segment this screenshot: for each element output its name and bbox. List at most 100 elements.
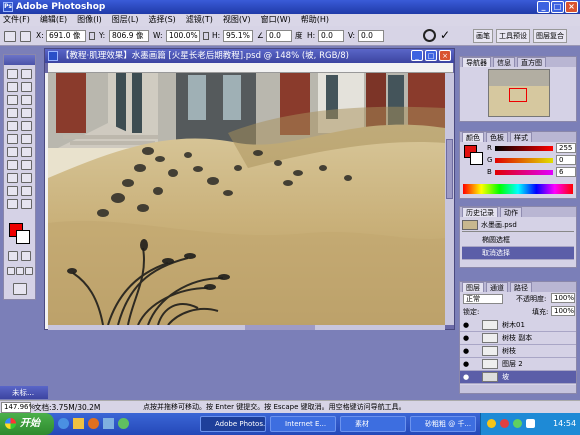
desktop-icon[interactable] (103, 418, 114, 429)
hand-tool-icon[interactable] (7, 199, 18, 209)
screen-mode-full-menu-icon[interactable] (16, 267, 24, 275)
layer-row[interactable]: ● 树枝 副本 (460, 332, 576, 345)
layer-row[interactable]: ● 树枝 (460, 345, 576, 358)
start-button[interactable]: 开始 (0, 413, 54, 435)
commit-transform-icon[interactable]: ✓ (440, 27, 450, 43)
tray-icon[interactable] (500, 419, 509, 428)
history-brush-tool-icon[interactable] (21, 121, 32, 131)
magic-wand-tool-icon[interactable] (21, 82, 32, 92)
tray-icon[interactable] (487, 419, 496, 428)
menu-image[interactable]: 图像(I) (77, 14, 102, 26)
eye-icon[interactable]: ● (460, 321, 472, 329)
pen-tool-icon[interactable] (7, 173, 18, 183)
b-slider[interactable] (495, 170, 553, 175)
history-item-selected[interactable]: 取消选择 (462, 247, 574, 260)
history-item[interactable]: 椭圆选框 (462, 234, 574, 247)
vertical-scrollbar[interactable] (445, 73, 454, 325)
task-chat[interactable]: 砂粗粗 @ 千... (410, 416, 476, 432)
maximize-button[interactable]: □ (551, 1, 564, 13)
menu-window[interactable]: 窗口(W) (261, 14, 291, 26)
minimize-button[interactable]: _ (537, 1, 550, 13)
brushes-tab[interactable]: 画笔 (473, 29, 493, 43)
marquee-tool-icon[interactable] (21, 69, 32, 79)
gradient-tool-icon[interactable] (21, 134, 32, 144)
vertical-scroll-thumb[interactable] (446, 139, 453, 199)
tab-layers[interactable]: 图层 (462, 282, 484, 292)
horizontal-scroll-thumb[interactable] (245, 325, 315, 330)
stamp-tool-icon[interactable] (7, 121, 18, 131)
tab-channels[interactable]: 通道 (486, 282, 508, 292)
menu-layer[interactable]: 图层(L) (112, 14, 139, 26)
imageready-jump-icon[interactable] (13, 283, 27, 295)
height-field[interactable]: 95.1% (223, 30, 253, 42)
screen-mode-full-icon[interactable] (25, 267, 33, 275)
g-value[interactable]: 0 (556, 155, 576, 165)
navigator-thumbnail[interactable] (488, 69, 550, 117)
media-icon[interactable] (88, 418, 99, 429)
quickmask-mode-icon[interactable] (21, 251, 31, 261)
layer-row[interactable]: ● 图层 2 (460, 358, 576, 371)
color-ramp[interactable] (463, 184, 573, 194)
task-photoshop[interactable]: Adobe Photos... (200, 416, 266, 432)
crop-tool-icon[interactable] (7, 95, 18, 105)
tab-info[interactable]: 信息 (493, 57, 515, 67)
standard-mode-icon[interactable] (8, 251, 18, 261)
opacity-field[interactable]: 100% (551, 293, 575, 303)
blur-tool-icon[interactable] (7, 147, 18, 157)
color-bg-swatch[interactable] (470, 152, 483, 165)
r-value[interactable]: 255 (556, 143, 576, 153)
fill-field[interactable]: 100% (551, 306, 575, 316)
doc-minimize-button[interactable]: _ (411, 50, 423, 61)
zoom-tool-icon[interactable] (21, 199, 32, 209)
tab-color[interactable]: 颜色 (462, 132, 484, 142)
shape-tool-icon[interactable] (21, 173, 32, 183)
brush-tool-icon[interactable] (21, 108, 32, 118)
screen-mode-standard-icon[interactable] (7, 267, 15, 275)
zoom-field[interactable]: 147.96% (1, 402, 35, 413)
type-tool-icon[interactable] (21, 160, 32, 170)
x-field[interactable]: 691.0 像 (46, 30, 86, 42)
folder-icon[interactable] (73, 418, 84, 429)
task-internet-explorer[interactable]: Internet E... (270, 416, 336, 432)
reference-point-icon[interactable] (20, 31, 31, 42)
b-value[interactable]: 6 (556, 167, 576, 177)
tray-icon[interactable] (513, 419, 522, 428)
eraser-tool-icon[interactable] (7, 134, 18, 144)
tab-histogram[interactable]: 直方图 (517, 57, 546, 67)
cancel-transform-icon[interactable] (423, 29, 436, 42)
menu-help[interactable]: 帮助(H) (301, 14, 329, 26)
angle-field[interactable]: 0.0 (266, 30, 292, 42)
eyedropper-tool-icon[interactable] (21, 186, 32, 196)
tab-history[interactable]: 历史记录 (462, 207, 498, 217)
width-field[interactable]: 100.0% (166, 30, 200, 42)
tab-actions[interactable]: 动作 (500, 207, 522, 217)
background-color-swatch[interactable] (16, 230, 30, 244)
minimized-document[interactable]: 未标... (0, 386, 48, 399)
tab-navigator[interactable]: 导航器 (462, 57, 491, 67)
eye-icon[interactable]: ● (460, 347, 472, 355)
menu-view[interactable]: 视图(V) (223, 14, 251, 26)
tab-paths[interactable]: 路径 (510, 282, 532, 292)
lasso-tool-icon[interactable] (7, 82, 18, 92)
healing-tool-icon[interactable] (7, 108, 18, 118)
doc-close-button[interactable]: × (439, 50, 451, 61)
tab-styles[interactable]: 样式 (510, 132, 532, 142)
canvas-image[interactable] (48, 73, 445, 325)
move-tool-icon[interactable] (7, 69, 18, 79)
layer-row-selected[interactable]: ● 坡 (460, 371, 576, 384)
eye-icon[interactable]: ● (460, 373, 472, 381)
hskew-field[interactable]: 0.0 (318, 30, 344, 42)
dodge-tool-icon[interactable] (21, 147, 32, 157)
y-field[interactable]: 806.9 像 (109, 30, 149, 42)
doc-maximize-button[interactable]: □ (425, 50, 437, 61)
tab-swatches[interactable]: 色板 (486, 132, 508, 142)
task-folder[interactable]: 素材 (340, 416, 406, 432)
eye-icon[interactable]: ● (460, 334, 472, 342)
r-slider[interactable] (495, 146, 553, 151)
history-snapshot[interactable]: 水墨画.psd (462, 219, 574, 232)
notes-tool-icon[interactable] (7, 186, 18, 196)
close-button[interactable]: × (565, 1, 578, 13)
eye-icon[interactable]: ● (460, 360, 472, 368)
g-slider[interactable] (495, 158, 553, 163)
transform-tool-icon[interactable] (4, 31, 16, 42)
